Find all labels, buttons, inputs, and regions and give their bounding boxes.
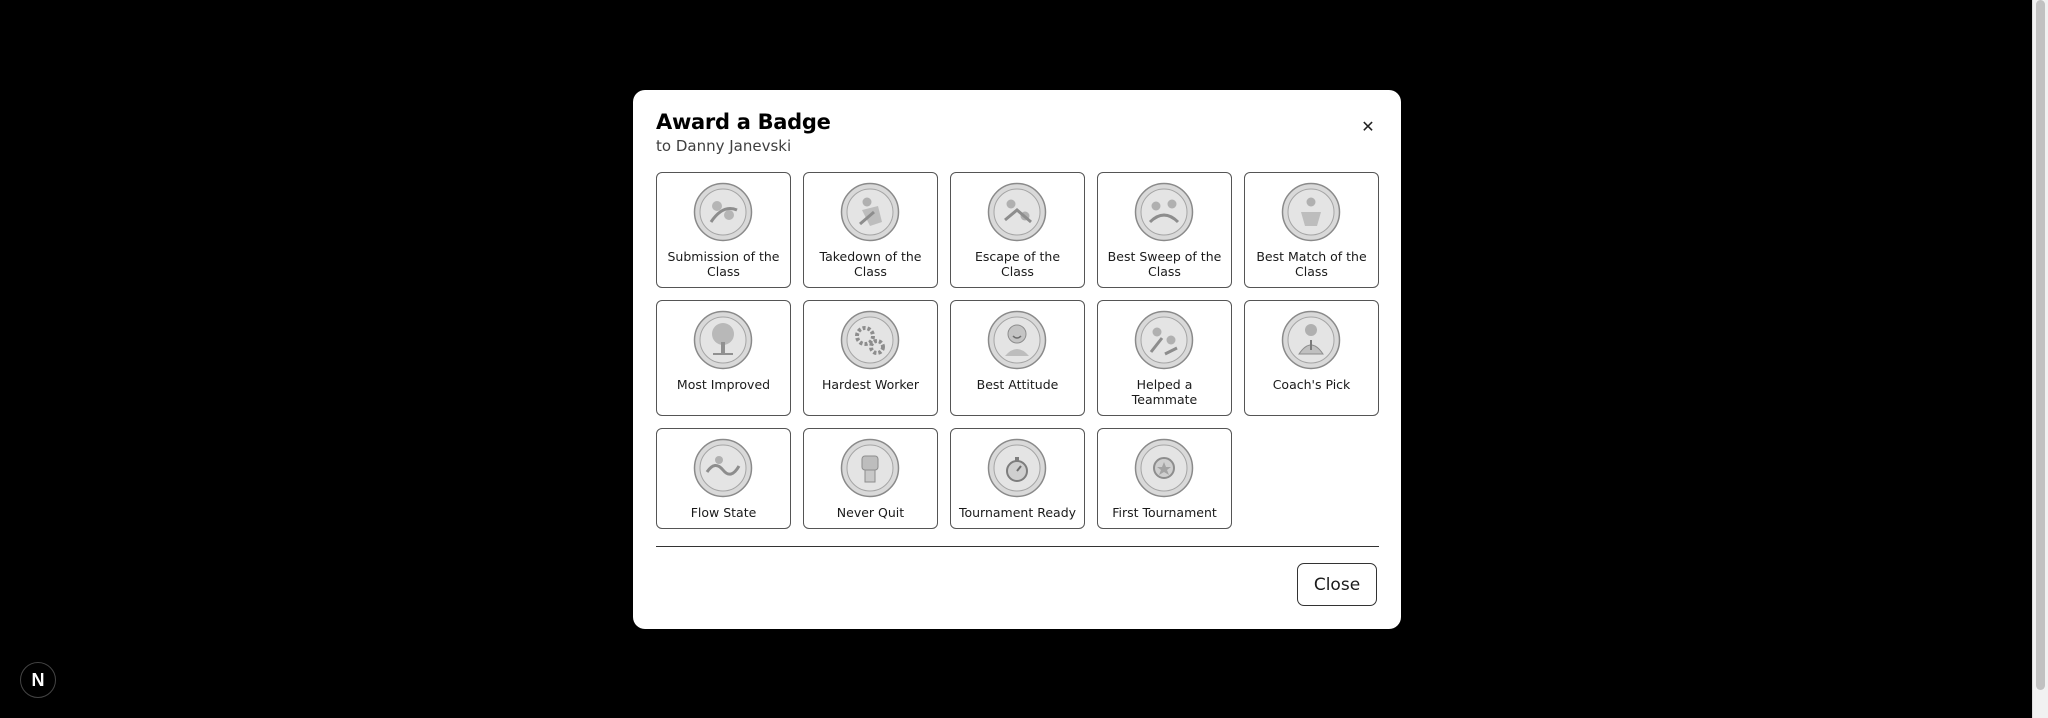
fist-badge-icon <box>840 438 900 498</box>
stopwatch-badge-icon <box>987 438 1047 498</box>
badge-grid: Submission of the Class Takedown of the … <box>656 172 1379 529</box>
scrollbar-thumb[interactable] <box>2036 0 2045 690</box>
badge-option[interactable]: Coach's Pick <box>1244 300 1379 416</box>
medal-badge-icon <box>1134 438 1194 498</box>
badge-label: Takedown of the Class <box>819 249 922 279</box>
badge-label: Tournament Ready <box>958 505 1077 520</box>
page-scrollbar[interactable] <box>2032 0 2048 718</box>
badge-label: Most Improved <box>676 377 771 392</box>
badge-option[interactable]: Flow State <box>656 428 791 529</box>
close-icon[interactable]: ✕ <box>1358 116 1378 136</box>
tree-badge-icon <box>693 310 753 370</box>
badge-option[interactable]: Takedown of the Class <box>803 172 938 288</box>
badge-option[interactable]: Escape of the Class <box>950 172 1085 288</box>
coach-badge-icon <box>1281 310 1341 370</box>
badge-label: Escape of the Class <box>974 249 1061 279</box>
flow-badge-icon <box>693 438 753 498</box>
close-button[interactable]: Close <box>1297 563 1377 606</box>
badge-label: Best Attitude <box>976 377 1059 392</box>
badge-option[interactable]: Most Improved <box>656 300 791 416</box>
award-badge-dialog: Award a Badge to Danny Janevski ✕ Submis… <box>633 90 1401 629</box>
takedown-badge-icon <box>840 182 900 242</box>
badge-option[interactable]: Best Sweep of the Class <box>1097 172 1232 288</box>
badge-option[interactable]: Best Match of the Class <box>1244 172 1379 288</box>
badge-option[interactable]: Hardest Worker <box>803 300 938 416</box>
badge-option[interactable]: Tournament Ready <box>950 428 1085 529</box>
badge-label: Coach's Pick <box>1272 377 1351 392</box>
dialog-subtitle: to Danny Janevski <box>656 137 792 155</box>
badge-label: Best Match of the Class <box>1256 249 1367 279</box>
submission-badge-icon <box>693 182 753 242</box>
badge-option[interactable]: First Tournament <box>1097 428 1232 529</box>
badge-label: First Tournament <box>1112 505 1217 520</box>
badge-label: Hardest Worker <box>821 377 920 392</box>
sweep-badge-icon <box>1134 182 1194 242</box>
badge-label: Best Sweep of the Class <box>1107 249 1222 279</box>
badge-label: Never Quit <box>836 505 905 520</box>
badge-label: Submission of the Class <box>667 249 780 279</box>
dialog-title: Award a Badge <box>656 110 831 134</box>
badge-option[interactable]: Submission of the Class <box>656 172 791 288</box>
escape-badge-icon <box>987 182 1047 242</box>
footer-divider <box>656 546 1379 547</box>
badge-label: Flow State <box>690 505 757 520</box>
teammates-badge-icon <box>1134 310 1194 370</box>
gears-badge-icon <box>840 310 900 370</box>
badge-option[interactable]: Best Attitude <box>950 300 1085 416</box>
smiling-face-badge-icon <box>987 310 1047 370</box>
dev-indicator-button[interactable]: N <box>20 662 56 698</box>
match-badge-icon <box>1281 182 1341 242</box>
badge-option[interactable]: Helped a Teammate <box>1097 300 1232 416</box>
badge-label: Helped a Teammate <box>1131 377 1198 407</box>
badge-option[interactable]: Never Quit <box>803 428 938 529</box>
